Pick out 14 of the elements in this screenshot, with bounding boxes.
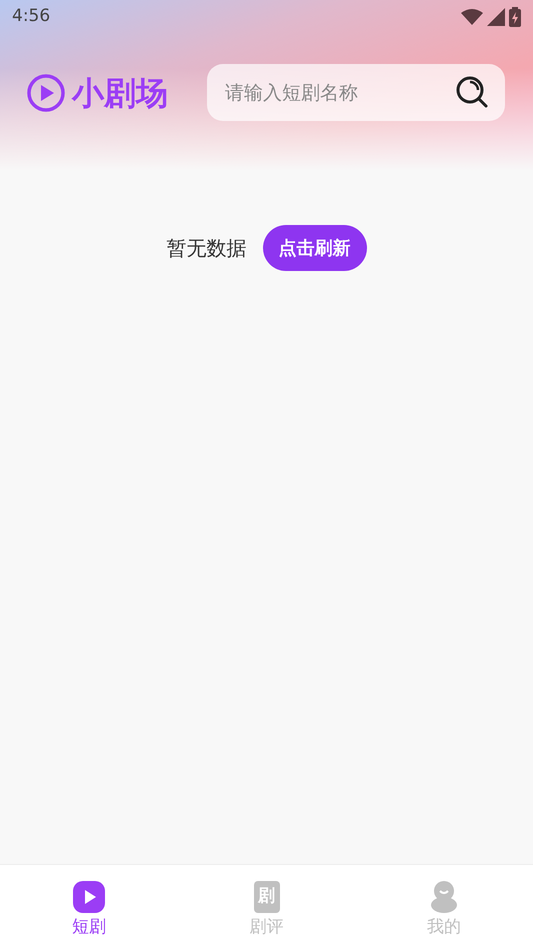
- person-icon: [431, 881, 458, 913]
- tab-bar-item[interactable]: 短剧: [0, 865, 178, 948]
- empty-message: 暂无数据: [166, 235, 246, 262]
- signal-icon: [487, 8, 505, 26]
- play-icon: [72, 881, 105, 913]
- refresh-button[interactable]: 点击刷新: [262, 225, 366, 271]
- wifi-icon: [461, 9, 483, 25]
- battery-icon: [509, 7, 521, 27]
- app-logo-text: 小剧场: [72, 76, 168, 108]
- status-time: 4:56: [12, 5, 50, 28]
- book-icon: 剧: [254, 881, 280, 913]
- search-icon[interactable]: [455, 75, 489, 109]
- search-field[interactable]: 请输入短剧名称: [207, 64, 505, 121]
- play-logo-icon: [26, 72, 66, 112]
